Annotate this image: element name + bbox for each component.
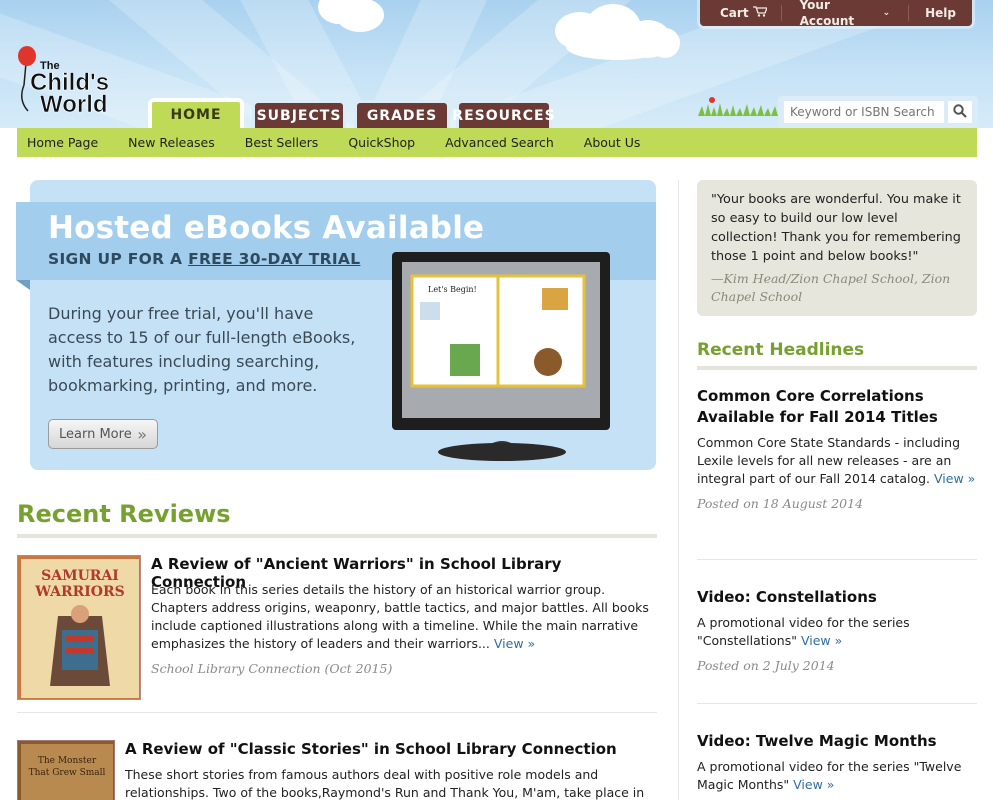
- column-divider: [678, 180, 679, 800]
- nav-quickshop[interactable]: QuickShop: [348, 135, 415, 150]
- tab-home[interactable]: HOME: [148, 98, 244, 128]
- svg-text:SAMURAI: SAMURAI: [41, 568, 119, 584]
- site-logo[interactable]: The Child's World: [16, 45, 128, 118]
- account-menu[interactable]: Your Account ⌄: [782, 0, 910, 28]
- review-separator: [17, 712, 657, 713]
- headline-title[interactable]: Video: Twelve Magic Months: [697, 731, 977, 752]
- nav-new-releases[interactable]: New Releases: [128, 135, 215, 150]
- headline-item: Common Core Correlations Available for F…: [697, 386, 977, 511]
- headline-separator: [697, 559, 977, 560]
- headline-item: Video: Twelve Magic Months A promotional…: [697, 731, 977, 794]
- review-excerpt-text: Each book in this series details the his…: [151, 582, 649, 651]
- headline-title[interactable]: Video: Constellations: [697, 587, 977, 608]
- tab-resources[interactable]: RESOURCES: [452, 100, 555, 128]
- recent-headlines-heading: Recent Headlines: [697, 340, 865, 360]
- headline-date: Posted on 2 July 2014: [697, 658, 835, 673]
- ribbon-fold: [16, 280, 30, 290]
- monitor-illustration: Let's Begin!: [392, 252, 612, 462]
- book-cover[interactable]: The Monster That Grew Small: [17, 740, 115, 800]
- headline-item: Video: Constellations A promotional vide…: [697, 587, 977, 673]
- view-link[interactable]: View »: [494, 636, 535, 651]
- search-icon: [953, 103, 967, 122]
- cart-label: Cart: [720, 6, 749, 20]
- promo-subtitle-prefix: SIGN UP FOR A: [48, 250, 189, 268]
- double-chevron-right-icon: »: [137, 424, 147, 444]
- section-rule: [697, 366, 977, 370]
- search-button[interactable]: [948, 101, 972, 123]
- svg-text:That Grew Small: That Grew Small: [29, 768, 106, 778]
- view-link[interactable]: View »: [934, 471, 975, 486]
- headline-title[interactable]: Common Core Correlations Available for F…: [697, 386, 977, 428]
- review-excerpt: These short stories from famous authors …: [125, 767, 645, 800]
- learn-more-button[interactable]: Learn More »: [48, 419, 158, 449]
- headline-summary: A promotional video for the series "Cons…: [697, 614, 977, 650]
- learn-more-label: Learn More: [59, 426, 132, 442]
- help-link[interactable]: Help: [909, 5, 972, 21]
- search-input[interactable]: [784, 101, 944, 123]
- tab-subjects[interactable]: SUBJECTS: [252, 100, 346, 128]
- chevron-down-icon: ⌄: [882, 8, 891, 18]
- utility-bar: Cart Your Account ⌄ Help: [700, 0, 972, 28]
- testimonial-attribution: —Kim Head/Zion Chapel School, Zion Chape…: [711, 271, 951, 304]
- grass-decoration: [698, 96, 778, 116]
- promo-description: During your free trial, you'll have acce…: [48, 304, 356, 395]
- tab-grades[interactable]: GRADES: [354, 100, 450, 128]
- promo-title: Hosted eBooks Available: [48, 210, 485, 246]
- testimonial-text: "Your books are wonderful. You make it s…: [711, 192, 961, 264]
- nav-about-us[interactable]: About Us: [584, 135, 641, 150]
- book-cover[interactable]: SAMURAI WARRIORS: [17, 555, 141, 700]
- svg-text:Let's Begin!: Let's Begin!: [428, 285, 477, 294]
- section-rule: [17, 534, 657, 538]
- headline-summary: A promotional video for the series "Twel…: [697, 758, 977, 794]
- svg-text:WARRIORS: WARRIORS: [34, 584, 124, 600]
- review-source: School Library Connection (Oct 2015): [151, 661, 393, 676]
- account-label: Your Account: [799, 0, 855, 28]
- svg-text:The Monster: The Monster: [38, 756, 97, 766]
- cart-icon: [752, 5, 768, 21]
- nav-home-page[interactable]: Home Page: [27, 135, 98, 150]
- nav-best-sellers[interactable]: Best Sellers: [245, 135, 319, 150]
- cart-link[interactable]: Cart: [700, 5, 782, 21]
- review-excerpt: Each book in this series details the his…: [151, 581, 657, 653]
- review-title[interactable]: A Review of "Classic Stories" in School …: [125, 740, 617, 758]
- free-trial-link[interactable]: FREE 30-DAY TRIAL: [188, 250, 360, 268]
- ebooks-promo-banner[interactable]: Hosted eBooks Available SIGN UP FOR A FR…: [16, 180, 656, 470]
- nav-advanced-search[interactable]: Advanced Search: [445, 135, 554, 150]
- headline-summary-text: Common Core State Standards - including …: [697, 435, 961, 486]
- headline-date: Posted on 18 August 2014: [697, 496, 864, 511]
- review-item: The Monster That Grew Small A Review of …: [17, 740, 657, 800]
- svg-text:World: World: [40, 91, 108, 117]
- headline-summary: Common Core State Standards - including …: [697, 434, 977, 488]
- recent-reviews-heading: Recent Reviews: [17, 500, 231, 528]
- headline-separator: [697, 703, 977, 704]
- testimonial-box: "Your books are wonderful. You make it s…: [697, 180, 977, 316]
- promo-subtitle: SIGN UP FOR A FREE 30-DAY TRIAL: [48, 250, 360, 268]
- review-item: SAMURAI WARRIORS A Review of "Ancient Wa…: [17, 555, 657, 705]
- view-link[interactable]: View »: [801, 633, 842, 648]
- secondary-nav: Home Page New Releases Best Sellers Quic…: [17, 128, 977, 157]
- view-link[interactable]: View »: [793, 777, 834, 792]
